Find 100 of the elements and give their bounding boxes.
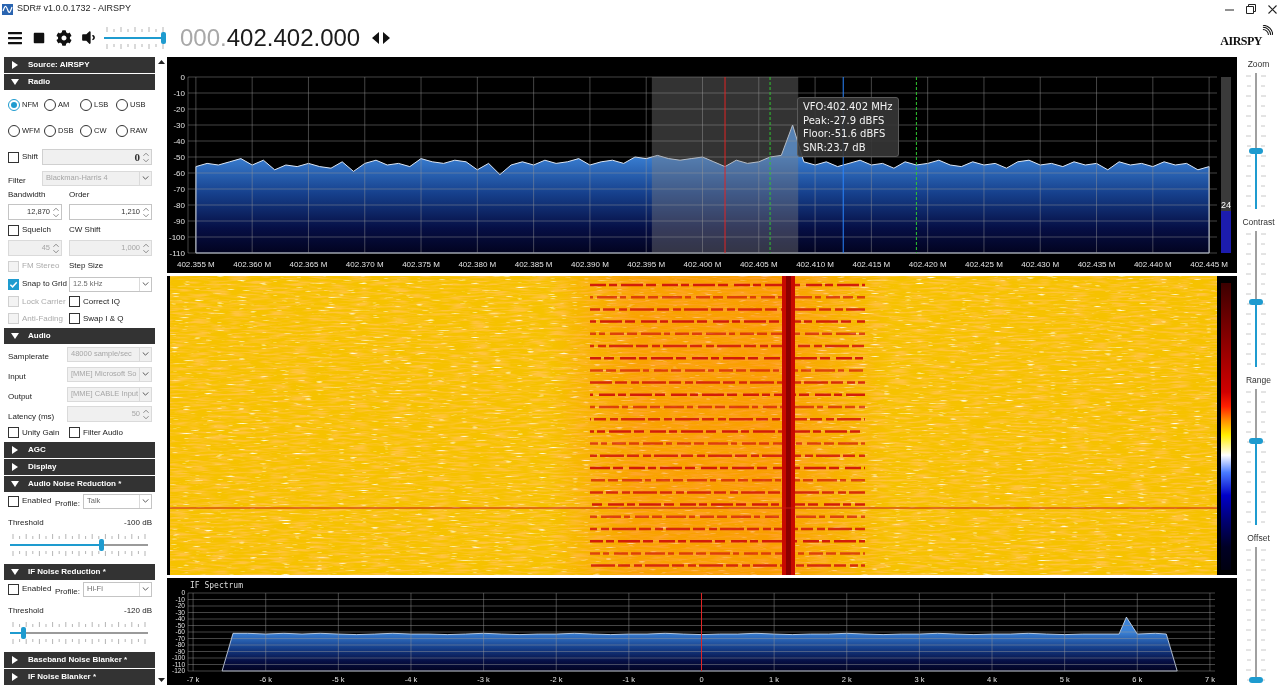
slider-thumb[interactable] — [1249, 298, 1263, 305]
spin-arrows-icon — [53, 206, 59, 218]
field-label: Threshold — [8, 517, 44, 529]
scroll-up-icon[interactable] — [157, 60, 165, 64]
checkbox[interactable] — [8, 427, 19, 438]
checkbox-label: FM Stereo — [22, 260, 60, 272]
radio-button[interactable] — [44, 125, 56, 137]
section-header[interactable]: Source: AIRSPY — [4, 57, 155, 73]
close-icon[interactable] — [1268, 4, 1277, 14]
filter-band[interactable] — [651, 77, 799, 253]
scroll-down-icon[interactable] — [157, 678, 165, 682]
threshold-reading: -100 dB — [123, 517, 152, 529]
axis-label: -110 — [169, 248, 185, 258]
field-label: Input — [8, 372, 26, 381]
axis-label: 402.385 M — [514, 260, 553, 269]
axis-label: 402.370 M — [345, 260, 384, 269]
field-label: Latency (ms) — [8, 412, 55, 421]
section-header[interactable]: IF Noise Blanker * — [4, 669, 155, 685]
frequency-display[interactable]: 000.402.402.000 — [180, 25, 361, 50]
axis-label: 402.400 M — [683, 260, 722, 269]
menu-icon[interactable] — [7, 29, 23, 46]
section-header[interactable]: AGC — [4, 442, 155, 458]
checkbox[interactable] — [8, 495, 19, 507]
checkmark-icon — [9, 279, 18, 289]
tooltip-text: SNR:23.7 dB — [803, 140, 867, 154]
restore-icon[interactable] — [1246, 4, 1256, 14]
axis-label: -100 — [169, 232, 185, 242]
checkbox-label: Filter Audio — [83, 426, 124, 439]
section-header[interactable]: Audio — [4, 328, 155, 344]
settings-icon[interactable] — [56, 29, 72, 46]
axis-label: -90 — [173, 216, 185, 226]
slider-thumb[interactable] — [99, 539, 105, 551]
tooltip-text: Peak:-27.9 dBFS — [803, 113, 886, 127]
slider-thumb[interactable] — [1249, 677, 1263, 683]
field-label: Threshold — [8, 605, 44, 617]
checkbox-label: Lock Carrier — [22, 295, 66, 308]
axis-label: 402.435 M — [1077, 260, 1116, 269]
axis-label: -70 — [173, 184, 185, 194]
field-label: CW Shift — [69, 224, 102, 236]
checkbox[interactable] — [69, 313, 80, 324]
checkbox-label: Squelch — [22, 224, 51, 236]
spin-field[interactable]: 0 — [42, 149, 152, 165]
checkbox[interactable] — [69, 427, 80, 438]
field-label: Step Size — [69, 260, 105, 272]
speaker-icon[interactable] — [80, 29, 97, 46]
spin-arrows-icon — [143, 151, 149, 163]
spin-arrows-icon — [143, 206, 149, 218]
slider-thumb[interactable] — [1249, 148, 1263, 155]
checkbox[interactable] — [8, 151, 19, 163]
slider-thumb[interactable] — [1249, 438, 1263, 445]
threshold-reading: -120 dB — [123, 605, 152, 617]
slider-label: Offset — [1246, 532, 1271, 545]
field-label: Bandwidth — [8, 188, 47, 201]
slider-label: Range — [1244, 374, 1273, 387]
axis-label: 402.375 M — [402, 260, 440, 269]
radio-button[interactable] — [8, 99, 20, 111]
section-header[interactable]: Baseband Noise Blanker * — [4, 652, 155, 668]
tune-arrows-icon[interactable] — [372, 31, 391, 44]
field-label: Profile: — [55, 587, 80, 596]
axis-label: 402.405 M — [739, 260, 778, 269]
checkbox[interactable] — [8, 224, 19, 236]
radio-button[interactable] — [44, 99, 56, 111]
threshold-slider[interactable] — [10, 532, 148, 558]
chevron-down-icon — [142, 499, 149, 503]
section-header[interactable]: Audio Noise Reduction * — [4, 476, 155, 492]
checkbox-label: Enabled — [22, 583, 52, 595]
radio-button[interactable] — [80, 125, 92, 137]
radio-button[interactable] — [8, 125, 20, 137]
threshold-slider[interactable] — [10, 620, 148, 646]
axis-label: 402.390 M — [571, 260, 609, 269]
stop-icon[interactable] — [33, 31, 45, 44]
field-label: Samplerate — [8, 352, 49, 361]
checkbox[interactable] — [8, 583, 19, 595]
checkbox-label: Swap I & Q — [83, 312, 124, 325]
slider-thumb[interactable] — [20, 627, 26, 639]
spin-arrows-icon — [143, 242, 149, 254]
axis-label: 402.360 M — [233, 260, 272, 269]
axis-label: 402.415 M — [852, 260, 891, 269]
checkbox[interactable] — [69, 296, 80, 307]
axis-label: 402.380 M — [458, 260, 497, 269]
slider-thumb[interactable] — [161, 31, 166, 44]
field-label: Output — [8, 392, 32, 401]
volume-slider[interactable] — [104, 24, 166, 51]
chevron-down-icon — [142, 282, 149, 286]
logo-text: AIRSPY — [1220, 35, 1262, 47]
meter-reading: 24 — [1221, 200, 1231, 210]
checkbox-label: Anti-Fading — [22, 312, 63, 325]
checkbox[interactable] — [8, 278, 19, 290]
radio-button[interactable] — [116, 99, 128, 111]
section-header[interactable]: Radio — [4, 74, 155, 90]
field-label: Profile: — [55, 499, 80, 508]
radio-button[interactable] — [116, 125, 128, 137]
axis-label: 402.445 M — [1190, 260, 1229, 269]
radio-button[interactable] — [80, 99, 92, 111]
axis-label: 402.410 M — [796, 260, 834, 269]
tooltip-text: Floor:-51.6 dBFS — [803, 127, 887, 141]
checkbox-label: Snap to Grid — [22, 278, 67, 290]
section-header[interactable]: Display — [4, 459, 155, 475]
axis-label: 402.425 M — [965, 260, 1003, 269]
section-header[interactable]: IF Noise Reduction * — [4, 564, 155, 580]
